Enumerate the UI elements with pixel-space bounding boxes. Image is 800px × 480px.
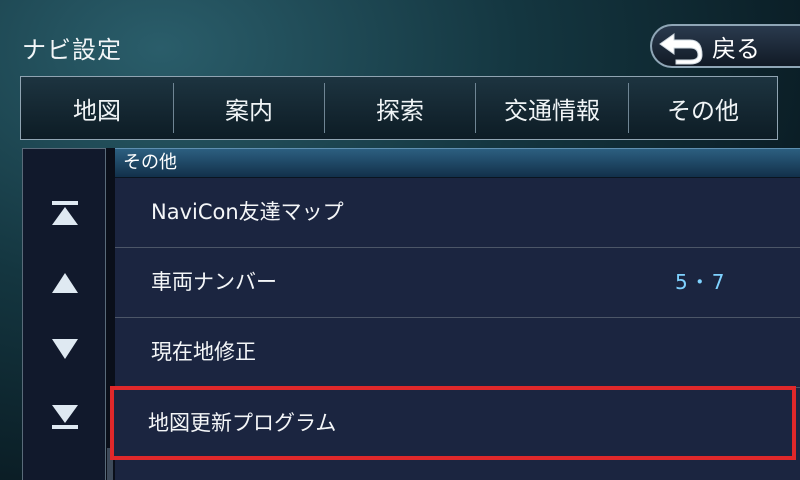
scroll-down-icon xyxy=(52,339,78,359)
scroll-top-icon xyxy=(52,201,78,225)
list-item-value: 5・7 xyxy=(675,270,727,294)
section-header: その他 xyxy=(115,148,800,178)
list-item-label: 車両ナンバー xyxy=(151,270,277,294)
settings-list: その他 NaviCon友達マップ 車両ナンバー 5・7 現在地修正 地図更新プロ… xyxy=(110,148,800,480)
list-item-label: 現在地修正 xyxy=(151,340,256,364)
list-item-navicon-friend-map[interactable]: NaviCon友達マップ xyxy=(115,178,800,248)
tab-other[interactable]: その他 xyxy=(628,83,777,133)
scroll-top-button[interactable] xyxy=(23,193,107,233)
list-item-label: NaviCon友達マップ xyxy=(151,200,344,224)
scroll-bottom-button[interactable] xyxy=(23,397,107,437)
scroll-sidebar xyxy=(22,148,106,480)
tab-guidance[interactable]: 案内 xyxy=(173,83,324,133)
page-title: ナビ設定 xyxy=(22,36,122,64)
scroll-up-button[interactable] xyxy=(23,263,107,303)
scroll-up-icon xyxy=(52,273,78,293)
list-item-vehicle-number[interactable]: 車両ナンバー 5・7 xyxy=(115,248,800,318)
list-item-label: 地図更新プログラム xyxy=(148,411,337,435)
list-item-position-correction[interactable]: 現在地修正 xyxy=(115,318,800,388)
tab-traffic-info[interactable]: 交通情報 xyxy=(475,83,628,133)
scroll-down-button[interactable] xyxy=(23,329,107,369)
list-item-map-update-program[interactable]: 地図更新プログラム xyxy=(110,386,796,460)
tab-map[interactable]: 地図 xyxy=(21,83,173,133)
tab-bar: 地図 案内 探索 交通情報 その他 xyxy=(20,76,778,140)
back-arrow-icon xyxy=(659,33,703,65)
back-button-label: 戻る xyxy=(712,34,760,63)
tab-search[interactable]: 探索 xyxy=(324,83,475,133)
back-button[interactable]: 戻る xyxy=(650,24,800,68)
scroll-bottom-icon xyxy=(52,405,78,429)
